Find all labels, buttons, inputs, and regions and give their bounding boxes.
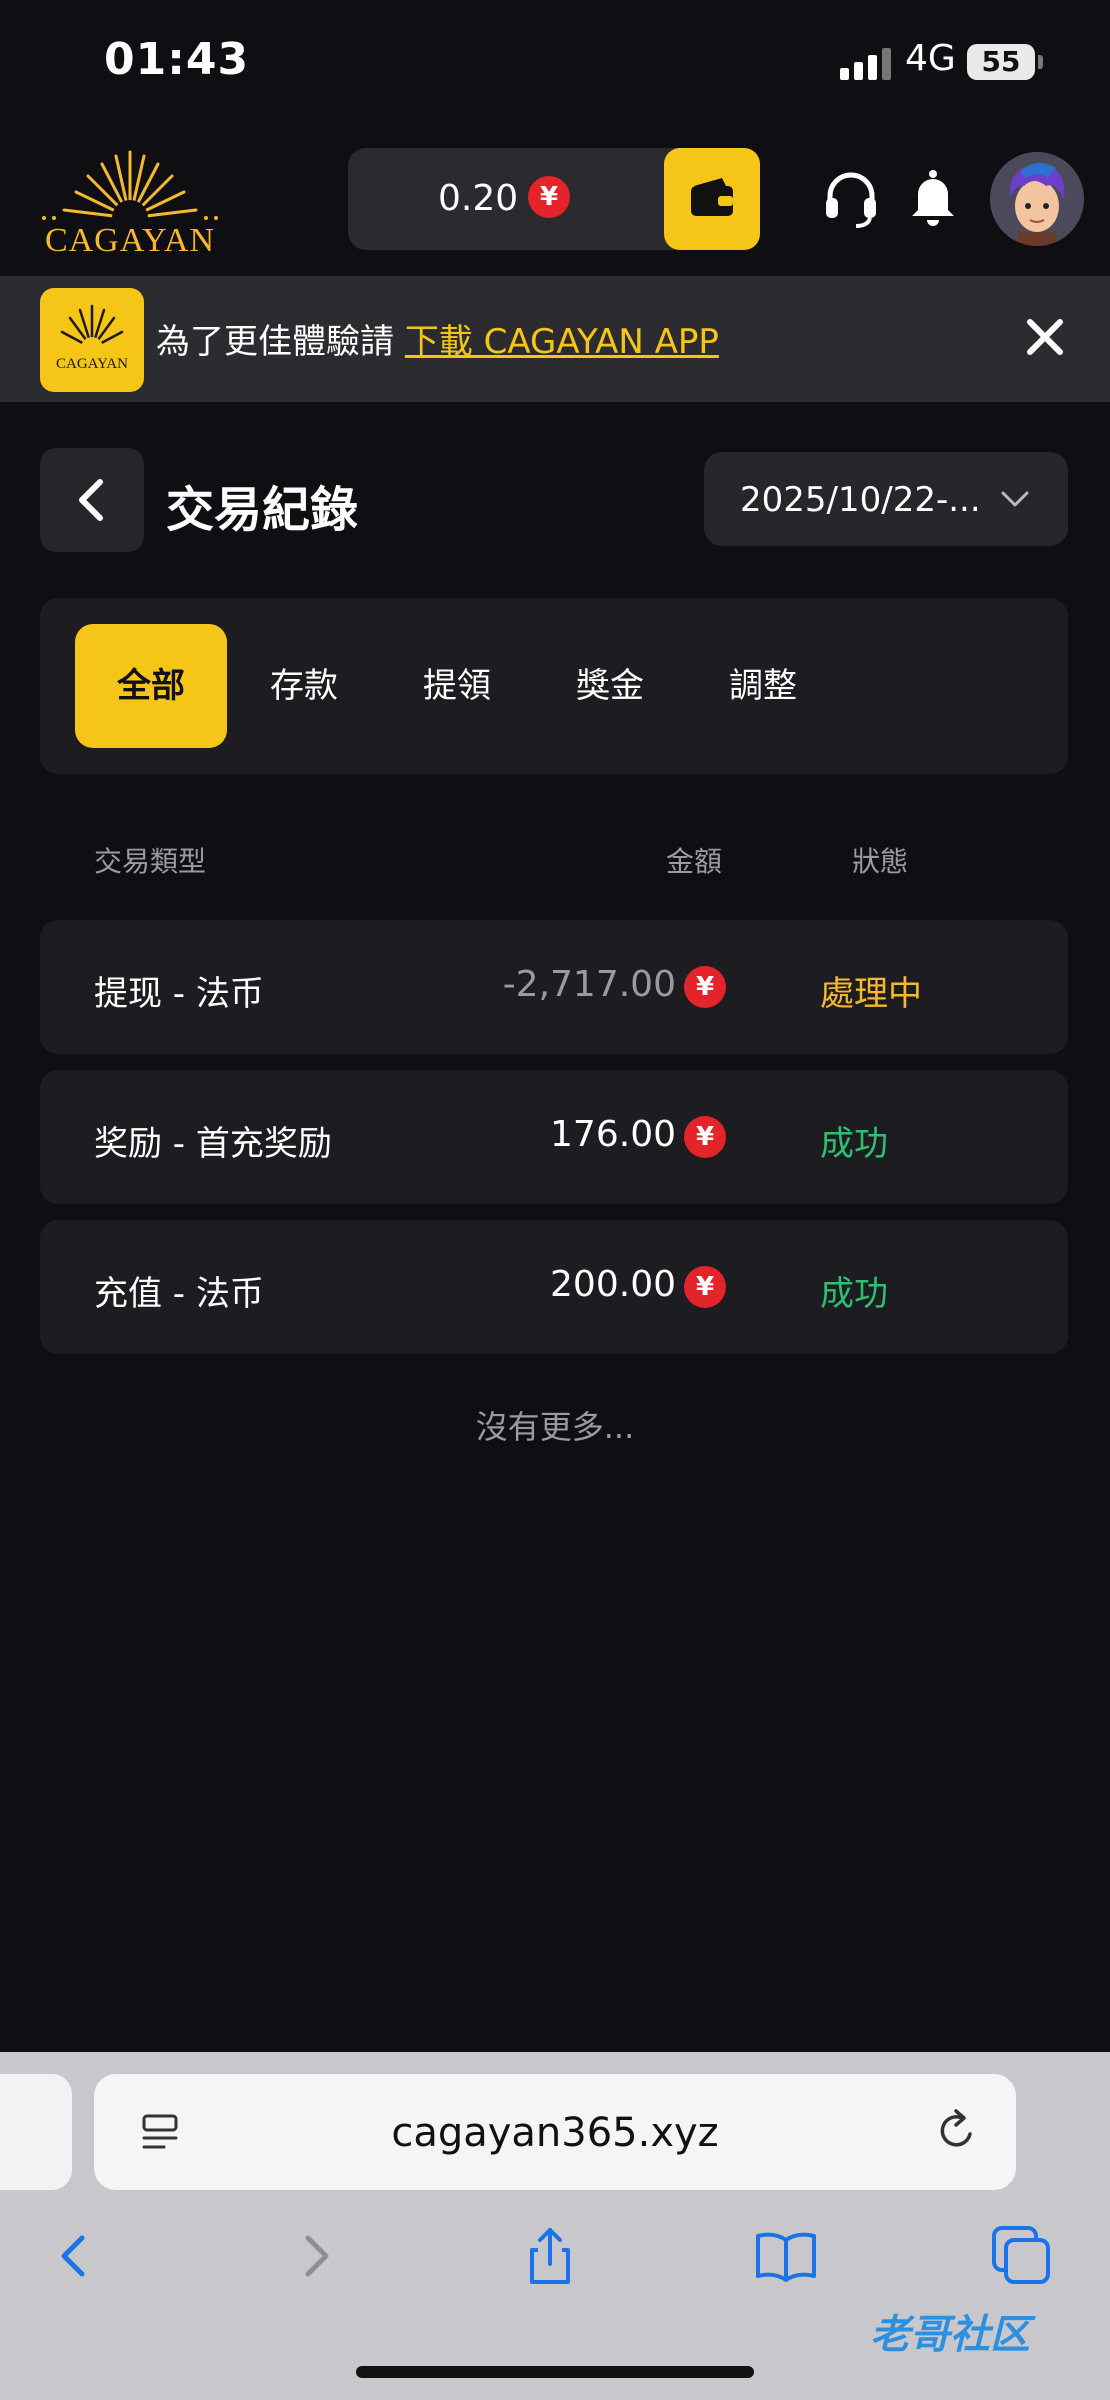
row-amount: 200.00 <box>550 1264 676 1305</box>
cagayan-logo[interactable]: CAGAYAN <box>24 140 236 260</box>
yen-icon: ¥ <box>684 1266 726 1308</box>
tab-withdraw[interactable]: 提領 <box>381 624 533 748</box>
url-text: cagayan365.xyz <box>391 2110 719 2156</box>
home-indicator <box>356 2366 754 2378</box>
app-logo-text: CAGAYAN <box>56 356 128 372</box>
row-type: 提现 - 法币 <box>94 974 264 1014</box>
reload-icon[interactable] <box>932 2106 982 2156</box>
status-time: 01:43 <box>104 34 250 85</box>
battery-icon: 55 <box>967 44 1035 80</box>
tab-deposit[interactable]: 存款 <box>228 624 380 748</box>
row-amount: -2,717.00 <box>502 964 676 1005</box>
address-bar[interactable]: cagayan365.xyz <box>94 2074 1016 2190</box>
signal-icon <box>840 48 891 80</box>
close-icon[interactable] <box>1022 314 1068 360</box>
avatar-image <box>990 152 1084 246</box>
tab-all[interactable]: 全部 <box>75 624 227 748</box>
row-amount: 176.00 <box>550 1114 676 1155</box>
row-type: 奖励 - 首充奖励 <box>94 1124 332 1164</box>
row-status: 成功 <box>820 1274 888 1314</box>
chevron-left-icon <box>79 479 103 521</box>
balance-box[interactable]: 0.20 ¥ <box>348 148 760 250</box>
download-app-link[interactable]: 下載 CAGAYAN APP <box>405 322 719 362</box>
column-header-type: 交易類型 <box>94 845 207 878</box>
table-row[interactable]: 充值 - 法币 200.00 ¥ 成功 <box>40 1220 1068 1354</box>
row-status: 處理中 <box>820 974 922 1014</box>
app-header: CAGAYAN 0.20 ¥ <box>0 130 1110 276</box>
previous-tab-preview[interactable] <box>0 2074 72 2190</box>
network-type: 4G <box>905 38 956 79</box>
row-type: 充值 - 法币 <box>94 1274 264 1314</box>
transaction-tabs: 全部 存款 提領 獎金 調整 <box>40 598 1068 774</box>
yen-icon: ¥ <box>528 176 570 218</box>
banner-prompt: 為了更佳體驗請 <box>156 322 405 362</box>
yen-icon: ¥ <box>684 966 726 1008</box>
watermark-logo: 老哥社区 <box>870 2312 1030 2358</box>
wallet-button[interactable] <box>664 148 760 250</box>
balance-value: 0.20 <box>438 178 519 219</box>
column-header-status: 狀態 <box>852 845 909 878</box>
tab-bonus[interactable]: 獎金 <box>534 624 686 748</box>
tab-adjustment[interactable]: 調整 <box>687 624 839 748</box>
download-app-banner: CAGAYAN 為了更佳體驗請 下載 CAGAYAN APP <box>0 276 1110 402</box>
chevron-down-icon <box>1001 491 1029 507</box>
notification-bell-icon[interactable] <box>908 168 958 228</box>
app-logo: CAGAYAN <box>40 288 144 392</box>
user-avatar[interactable] <box>990 152 1084 246</box>
back-arrow-icon[interactable] <box>42 2224 106 2288</box>
no-more-text: 沒有更多... <box>475 1408 635 1446</box>
customer-service-icon[interactable] <box>822 170 880 228</box>
share-icon[interactable] <box>518 2224 582 2288</box>
yen-icon: ¥ <box>684 1116 726 1158</box>
tabs-icon[interactable] <box>990 2224 1054 2288</box>
battery-tip <box>1038 55 1043 69</box>
forward-arrow-icon[interactable] <box>284 2224 348 2288</box>
date-range-select[interactable]: 2025/10/22-... <box>704 452 1068 546</box>
banner-message: 為了更佳體驗請 下載 CAGAYAN APP <box>156 314 719 363</box>
table-row[interactable]: 提现 - 法币 -2,717.00 ¥ 處理中 <box>40 920 1068 1054</box>
bookmarks-icon[interactable] <box>754 2224 818 2288</box>
row-status: 成功 <box>820 1124 888 1164</box>
status-bar: 01:43 4G 55 <box>0 0 1110 130</box>
sunburst-small-icon <box>60 304 124 359</box>
date-range-value: 2025/10/22-... <box>740 480 981 520</box>
wallet-icon <box>691 178 733 216</box>
page-title: 交易紀錄 <box>166 482 359 538</box>
table-row[interactable]: 奖励 - 首充奖励 176.00 ¥ 成功 <box>40 1070 1068 1204</box>
column-header-amount: 金額 <box>666 845 723 878</box>
sunburst-icon <box>42 150 218 236</box>
back-button[interactable] <box>40 448 144 552</box>
logo-text: CAGAYAN <box>44 222 216 259</box>
